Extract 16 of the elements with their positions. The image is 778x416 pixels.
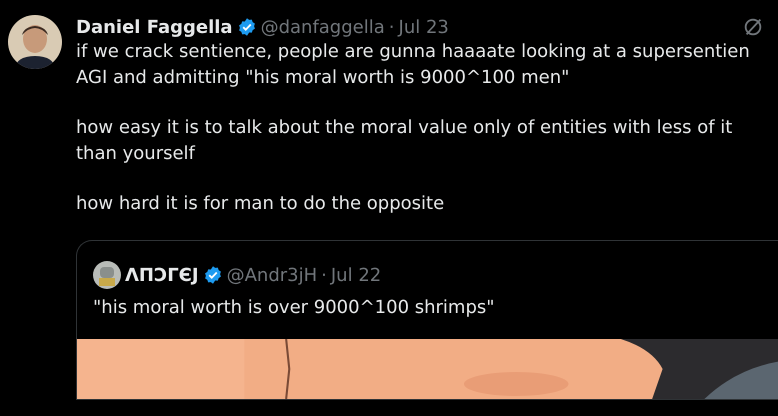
post-text: how easy it is to talk about the moral value only of entities with less of it than yourself	[76, 116, 734, 166]
quoted-text: "his moral worth is over 9000^100 shrimps"	[93, 296, 496, 320]
author-handle[interactable]: @danfaggella	[260, 16, 385, 38]
author-name[interactable]: ΛПƆΓЄJ	[125, 264, 199, 286]
post-date[interactable]: Jul 22	[330, 264, 382, 286]
avatar[interactable]	[8, 15, 62, 69]
author-name[interactable]: Daniel Faggella	[76, 16, 233, 38]
post-text: if we crack sentience, people are gunna haaaate looking at a supersentien AGI and admitting "his moral worth is 9000^100 men"	[76, 40, 751, 90]
slashed-circle-icon[interactable]	[742, 16, 764, 38]
avatar[interactable]	[93, 261, 121, 289]
author-handle[interactable]: @Andr3jH	[226, 264, 318, 286]
separator: ·	[321, 264, 327, 286]
post-text: how hard it is for man to do the opposite	[76, 192, 446, 216]
quoted-post-card[interactable]: ΛПƆΓЄJ @Andr3jH · Jul 22 "his moral worth is over 9000^100 shrimps"	[76, 240, 778, 400]
separator: ·	[388, 16, 395, 38]
post-date[interactable]: Jul 23	[398, 16, 449, 38]
